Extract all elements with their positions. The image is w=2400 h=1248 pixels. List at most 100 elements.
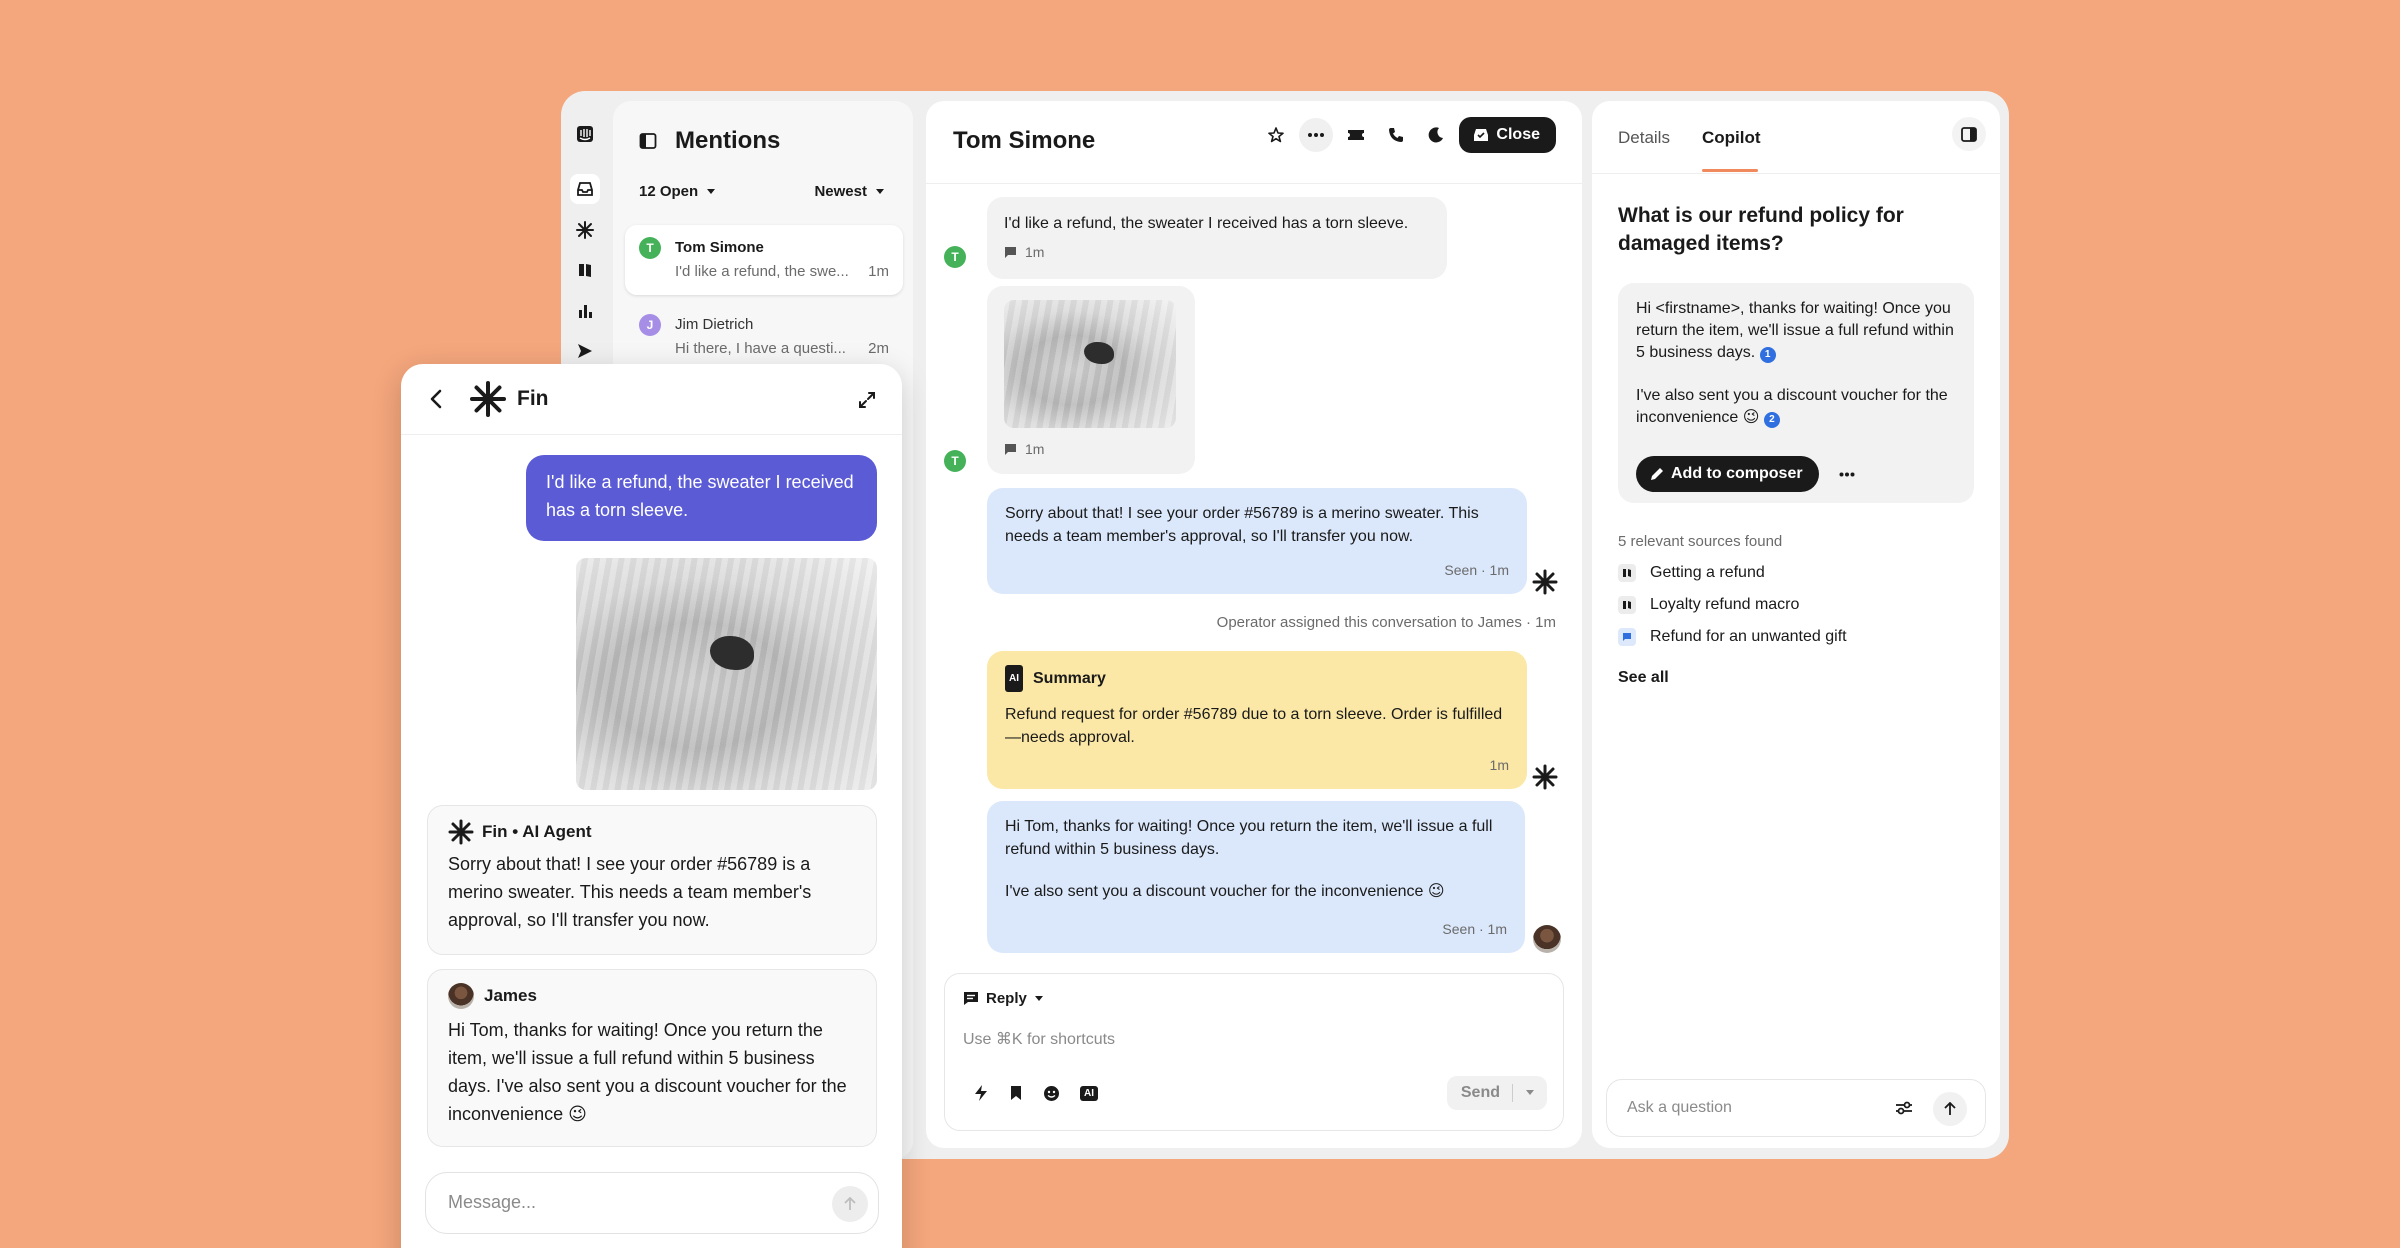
tab-copilot[interactable]: Copilot	[1702, 128, 1761, 148]
message-text: I've also sent you a discount voucher fo…	[1005, 883, 1445, 900]
pencil-icon	[1651, 468, 1663, 480]
tab-divider	[1592, 173, 2000, 174]
ticket-icon	[1348, 130, 1365, 140]
reply-mode-dropdown[interactable]: Reply	[963, 990, 1044, 1007]
message-time: 1m	[1025, 441, 1045, 457]
tab-details[interactable]: Details	[1618, 128, 1670, 148]
message-text: Sorry about that! I see your order #5678…	[1005, 505, 1479, 545]
close-conversation-button[interactable]: Close	[1459, 117, 1556, 153]
expand-icon[interactable]	[858, 391, 876, 409]
see-all-link[interactable]: See all	[1618, 669, 1669, 687]
open-filter-dropdown[interactable]: 12 Open	[639, 183, 716, 200]
ask-question-box: Ask a question	[1606, 1079, 1986, 1137]
reply-mode-label: Reply	[986, 990, 1027, 1007]
citation-badge[interactable]: 2	[1763, 412, 1780, 428]
summary-title: Summary	[1033, 670, 1106, 687]
customer-avatar: T	[944, 450, 966, 472]
close-inbox-icon	[1474, 129, 1489, 141]
sliders-icon[interactable]	[1895, 1100, 1913, 1116]
answer-text: Hi <firstname>, thanks for waiting! Once…	[1636, 300, 1954, 361]
copilot-panel: Details Copilot What is our refund polic…	[1592, 101, 2000, 1148]
torn-sweater-image[interactable]	[1004, 300, 1176, 428]
widget-title: Fin	[517, 387, 549, 410]
inbox-logo-icon[interactable]	[570, 119, 600, 149]
arrow-up-icon	[844, 1197, 856, 1210]
mention-item-jim-dietrich[interactable]: J Jim Dietrich Hi there, I have a questi…	[625, 302, 903, 372]
fin-message: Sorry about that! I see your order #5678…	[987, 488, 1527, 594]
reply-composer: Reply Use ⌘K for shortcuts AI Send	[944, 973, 1564, 1131]
inbox-icon[interactable]	[570, 174, 600, 204]
widget-header-divider	[401, 434, 902, 435]
caret-down-icon	[1034, 995, 1043, 1001]
ticket-button[interactable]	[1339, 118, 1373, 152]
agent-message: Hi Tom, thanks for waiting! Once you ret…	[987, 801, 1525, 953]
send-icon[interactable]	[570, 336, 600, 366]
add-to-composer-button[interactable]: Add to composer	[1636, 456, 1819, 492]
source-title: Getting a refund	[1650, 564, 1765, 581]
send-button[interactable]: Send	[1446, 1076, 1547, 1110]
header-divider	[926, 183, 1582, 184]
copilot-answer-card: Hi <firstname>, thanks for waiting! Once…	[1618, 283, 1974, 503]
user-message: I'd like a refund, the sweater I receive…	[526, 455, 877, 541]
more-button[interactable]	[1299, 118, 1334, 152]
fin-agent-name: Fin • AI Agent	[482, 822, 592, 841]
call-button[interactable]	[1379, 118, 1413, 152]
agent-name: James	[484, 986, 537, 1005]
fin-logo-icon	[470, 381, 506, 417]
send-label: Send	[1460, 1084, 1500, 1101]
back-arrow-icon[interactable]	[429, 388, 443, 410]
star-button[interactable]	[1259, 118, 1293, 152]
conversation-title: Tom Simone	[953, 127, 1096, 154]
fin-logo-icon	[448, 819, 474, 845]
phone-icon	[1389, 128, 1404, 142]
ai-compose-button[interactable]: AI	[1080, 1085, 1098, 1101]
sidebar-toggle-icon[interactable]	[639, 132, 657, 150]
reply-icon	[964, 992, 978, 1005]
more-icon[interactable]	[1839, 472, 1855, 477]
composer-input[interactable]: Use ⌘K for shortcuts	[963, 1029, 1115, 1049]
agent-message-card: James Hi Tom, thanks for waiting! Once y…	[427, 969, 877, 1147]
panel-toggle-button[interactable]	[1952, 117, 1986, 151]
sources-title: 5 relevant sources found	[1618, 533, 1783, 550]
chat-icon	[1005, 444, 1016, 455]
summary-time: 1m	[1489, 757, 1509, 773]
submit-question-button[interactable]	[1933, 1092, 1967, 1126]
avatar: T	[639, 237, 661, 259]
source-item[interactable]: Loyalty refund macro	[1618, 596, 1799, 614]
emoji-icon[interactable]	[1043, 1085, 1060, 1102]
message-time: 1m	[1025, 244, 1045, 260]
ask-question-input[interactable]: Ask a question	[1627, 1099, 1732, 1117]
sort-label: Newest	[814, 183, 867, 200]
message-input-box: Message...	[425, 1172, 879, 1234]
agent-avatar	[1533, 925, 1561, 953]
citation-badge[interactable]: 1	[1759, 347, 1776, 363]
conversation-panel: Tom Simone Close T I'd like a refund, th…	[926, 101, 1582, 1148]
star-icon	[1268, 127, 1285, 143]
sort-dropdown[interactable]: Newest	[814, 183, 885, 200]
message-preview: Hi there, I have a questi...	[675, 340, 846, 357]
ai-badge: AI	[1005, 665, 1023, 692]
fin-icon[interactable]	[570, 215, 600, 245]
message-input[interactable]: Message...	[448, 1192, 536, 1213]
source-item[interactable]: Getting a refund	[1618, 564, 1765, 582]
ai-summary-card: AI Summary Refund request for order #567…	[987, 651, 1527, 789]
message-preview: I'd like a refund, the swe...	[675, 263, 849, 280]
send-message-button[interactable]	[832, 1186, 868, 1222]
fin-logo-icon	[1532, 569, 1558, 595]
customer-message: I'd like a refund, the sweater I receive…	[987, 197, 1447, 279]
lightning-icon[interactable]	[973, 1084, 989, 1102]
mentions-title: Mentions	[675, 127, 781, 154]
contact-name: Jim Dietrich	[675, 316, 754, 333]
torn-sweater-image[interactable]	[576, 558, 877, 790]
chart-icon[interactable]	[570, 296, 600, 326]
agent-avatar	[448, 983, 474, 1009]
bookmark-icon[interactable]	[1009, 1085, 1023, 1101]
snooze-button[interactable]	[1419, 118, 1453, 152]
seen-status: Seen · 1m	[1444, 562, 1509, 578]
conversation-icon	[1618, 628, 1636, 646]
source-item[interactable]: Refund for an unwanted gift	[1618, 628, 1847, 646]
book-icon[interactable]	[570, 255, 600, 285]
message-time: 2m	[868, 340, 889, 357]
mention-item-tom-simone[interactable]: T Tom Simone I'd like a refund, the swe.…	[625, 225, 903, 295]
caret-down-icon	[707, 188, 716, 194]
